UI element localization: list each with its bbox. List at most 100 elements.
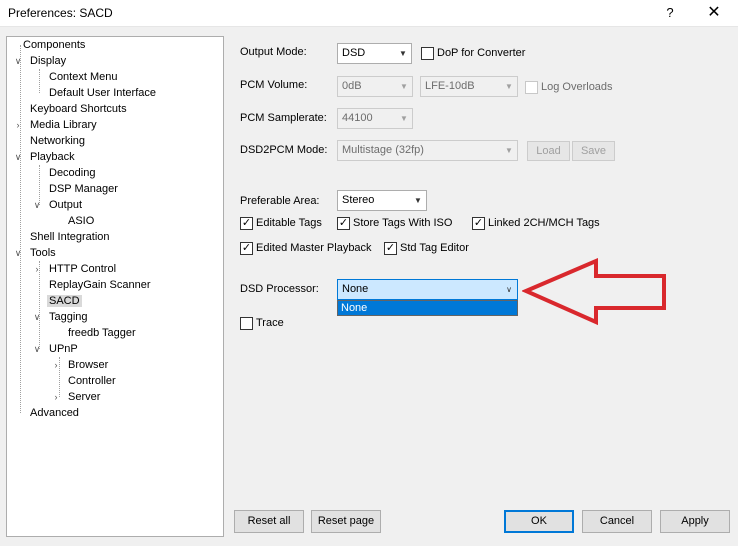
tree-item-upnp[interactable]: ∨ UPnP (32, 341, 78, 357)
tree-item-http-control[interactable]: › HTTP Control (32, 261, 117, 277)
chevron-down-icon[interactable]: ∨ (13, 149, 23, 165)
dsd2pcm-value: Multistage (32fp) (342, 144, 424, 156)
reset-all-button[interactable]: Reset all (234, 510, 304, 533)
chevron-down-icon[interactable]: ∨ (13, 53, 23, 69)
checkbox-box (525, 81, 538, 94)
tree-item-label: Output (49, 199, 83, 211)
linked-tags-label: Linked 2CH/MCH Tags (488, 217, 600, 229)
tree-item-label: Components (23, 39, 86, 51)
log-overloads-checkbox[interactable]: Log Overloads (525, 80, 613, 96)
pcm-volume-select[interactable]: 0dB ▼ (337, 76, 413, 97)
dsd2pcm-select[interactable]: Multistage (32fp) ▼ (337, 140, 518, 161)
linked-tags-checkbox[interactable]: ✓ Linked 2CH/MCH Tags (472, 216, 600, 232)
tree-item-sacd[interactable]: SACD (47, 293, 82, 309)
tree-item-label: DSP Manager (49, 183, 118, 195)
pcm-volume-label: PCM Volume: (240, 79, 308, 91)
chevron-down-icon: ▼ (399, 49, 407, 58)
dsd-processor-label: DSD Processor: (240, 283, 319, 295)
tree-item-default-ui[interactable]: Default User Interface (49, 85, 156, 101)
store-tags-label: Store Tags With ISO (353, 217, 453, 229)
cancel-button[interactable]: Cancel (582, 510, 652, 533)
tree-item-label: Tagging (49, 311, 88, 323)
tree-item-keyboard-shortcuts[interactable]: Keyboard Shortcuts (30, 101, 127, 117)
tree-item-server[interactable]: › Server (51, 389, 101, 405)
dropdown-option[interactable]: None (338, 301, 517, 315)
pcm-volume-value: 0dB (342, 80, 362, 92)
annotation-arrow-icon (522, 258, 666, 326)
chevron-down-icon: ▼ (505, 146, 513, 155)
trace-checkbox[interactable]: Trace (240, 316, 284, 332)
tree-item-asio[interactable]: ASIO (68, 213, 94, 229)
chevron-down-icon: ▼ (414, 196, 422, 205)
std-tag-editor-label: Std Tag Editor (400, 242, 469, 254)
preferences-tree[interactable]: Components ∨ Display Context Menu Defaul… (6, 36, 224, 537)
tree-item-freedb-tagger[interactable]: freedb Tagger (68, 325, 136, 341)
output-mode-value: DSD (342, 47, 366, 59)
chevron-down-icon[interactable]: ∨ (32, 341, 42, 357)
title-bar: Preferences: SACD ? ✕ (0, 0, 738, 27)
tree-item-label: Media Library (30, 119, 97, 131)
tree-item-decoding[interactable]: Decoding (49, 165, 95, 181)
tree-item-media-library[interactable]: › Media Library (13, 117, 97, 133)
reset-page-button[interactable]: Reset page (311, 510, 381, 533)
tree-item-tagging[interactable]: ∨ Tagging (32, 309, 88, 325)
checkmark-icon: ✓ (472, 217, 485, 230)
chevron-down-icon: ▼ (505, 82, 513, 91)
chevron-down-icon[interactable]: ∨ (32, 309, 42, 325)
tree-item-controller[interactable]: Controller (68, 373, 116, 389)
tree-item-label: ASIO (68, 215, 95, 227)
dop-checkbox[interactable]: DoP for Converter (421, 46, 525, 62)
close-button[interactable]: ✕ (700, 2, 728, 24)
pcm-samplerate-select[interactable]: 44100 ▼ (337, 108, 413, 129)
tree-item-label: Advanced (30, 407, 79, 419)
help-button[interactable]: ? (660, 3, 680, 23)
tree-item-browser[interactable]: › Browser (51, 357, 109, 373)
tree-item-label: Shell Integration (30, 231, 110, 243)
checkmark-icon: ✓ (337, 217, 350, 230)
apply-button[interactable]: Apply (660, 510, 730, 533)
tree-item-components[interactable]: Components (23, 37, 85, 53)
tree-item-shell-integration[interactable]: Shell Integration (30, 229, 110, 245)
chevron-down-icon[interactable]: ∨ (13, 245, 23, 261)
tree-item-label: Networking (30, 135, 86, 147)
editable-tags-checkbox[interactable]: ✓ Editable Tags (240, 216, 322, 232)
ok-button[interactable]: OK (504, 510, 574, 533)
dop-label: DoP for Converter (437, 47, 526, 59)
chevron-right-icon[interactable]: › (32, 261, 42, 277)
tree-item-display[interactable]: ∨ Display (13, 53, 66, 69)
checkmark-icon: ✓ (384, 242, 397, 255)
preferable-area-select[interactable]: Stereo ▼ (337, 190, 427, 211)
load-button[interactable]: Load (527, 141, 570, 161)
checkbox-box (421, 47, 434, 60)
output-mode-select[interactable]: DSD ▼ (337, 43, 412, 64)
tree-item-label: Server (68, 391, 101, 403)
save-button[interactable]: Save (572, 141, 615, 161)
chevron-right-icon[interactable]: › (13, 117, 23, 133)
preferable-area-value: Stereo (342, 194, 375, 206)
tree-item-label: Context Menu (49, 71, 118, 83)
store-tags-checkbox[interactable]: ✓ Store Tags With ISO (337, 216, 452, 232)
lfe-select[interactable]: LFE-10dB ▼ (420, 76, 518, 97)
tree-item-replaygain-scanner[interactable]: ReplayGain Scanner (49, 277, 151, 293)
editable-tags-label: Editable Tags (256, 217, 322, 229)
tree-item-tools[interactable]: ∨ Tools (13, 245, 56, 261)
pcm-samplerate-value: 44100 (342, 112, 373, 124)
tree-item-context-menu[interactable]: Context Menu (49, 69, 117, 85)
std-tag-editor-checkbox[interactable]: ✓ Std Tag Editor (384, 241, 469, 257)
tree-item-playback[interactable]: ∨ Playback (13, 149, 75, 165)
dsd2pcm-label: DSD2PCM Mode: (240, 144, 328, 156)
edited-master-checkbox[interactable]: ✓ Edited Master Playback (240, 241, 372, 257)
chevron-down-icon[interactable]: ∨ (32, 197, 42, 213)
chevron-down-icon: ▼ (400, 114, 408, 123)
checkbox-box (240, 317, 253, 330)
checkmark-icon: ✓ (240, 217, 253, 230)
dsd-processor-select[interactable]: None ∨ (337, 279, 518, 300)
chevron-right-icon[interactable]: › (51, 389, 61, 405)
chevron-right-icon[interactable]: › (51, 357, 61, 373)
tree-item-dsp-manager[interactable]: DSP Manager (49, 181, 118, 197)
tree-item-label: Keyboard Shortcuts (30, 103, 127, 115)
tree-item-networking[interactable]: Networking (30, 133, 85, 149)
tree-item-advanced[interactable]: Advanced (30, 405, 79, 421)
tree-item-label: ReplayGain Scanner (49, 279, 151, 291)
tree-item-output[interactable]: ∨ Output (32, 197, 82, 213)
